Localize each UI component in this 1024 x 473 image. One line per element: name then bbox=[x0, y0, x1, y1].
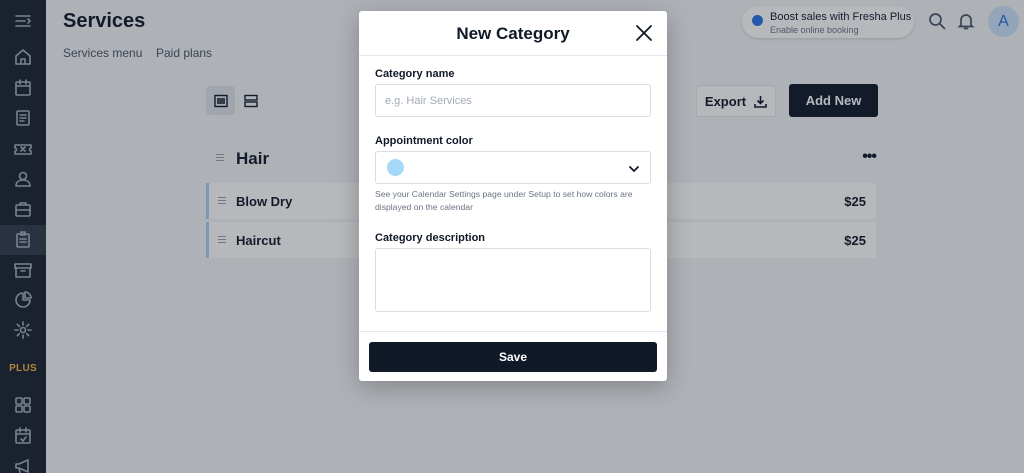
category-description-input[interactable] bbox=[375, 248, 651, 312]
close-icon bbox=[636, 25, 652, 41]
appointment-color-label: Appointment color bbox=[375, 135, 473, 147]
appointment-color-select[interactable] bbox=[375, 151, 651, 184]
save-button[interactable]: Save bbox=[369, 342, 657, 372]
new-category-modal: New Category Category name Appointment c… bbox=[359, 11, 667, 381]
modal-header: New Category bbox=[359, 11, 667, 56]
modal-title: New Category bbox=[456, 24, 570, 43]
category-description-label: Category description bbox=[375, 232, 486, 244]
modal-footer: Save bbox=[359, 331, 667, 381]
color-helper-text: See your Calendar Settings page under Se… bbox=[375, 189, 633, 212]
category-name-label: Category name bbox=[375, 68, 455, 80]
chevron-down-icon bbox=[628, 162, 640, 174]
color-swatch bbox=[387, 159, 404, 176]
category-name-input[interactable] bbox=[375, 84, 651, 117]
close-button[interactable] bbox=[635, 24, 653, 42]
